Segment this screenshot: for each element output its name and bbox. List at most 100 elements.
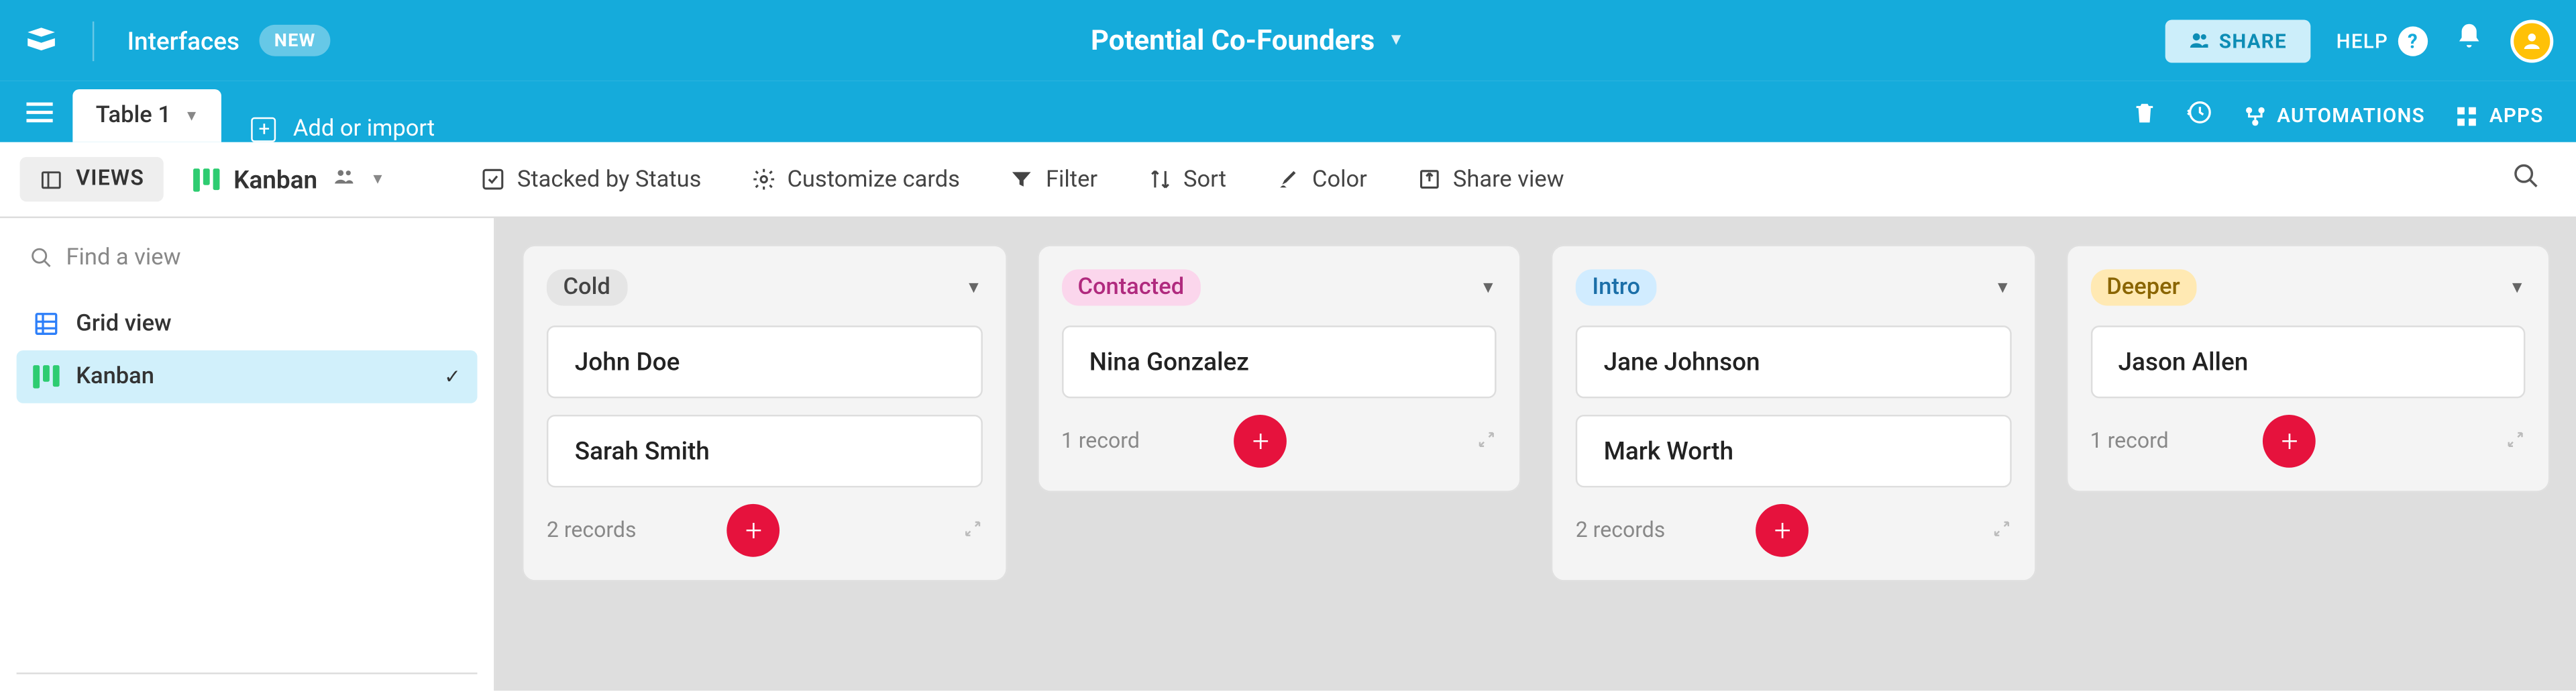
people-icon xyxy=(331,164,357,194)
column-pill[interactable]: Cold xyxy=(547,269,627,305)
add-or-import-button[interactable]: + Add or import xyxy=(222,115,464,142)
record-card[interactable]: Jane Johnson xyxy=(1576,326,2011,398)
table-tab[interactable]: Table 1 ▼ xyxy=(72,89,222,142)
divider xyxy=(17,673,478,674)
view-toolbar: VIEWS Kanban ▼ Stacked by Status Customi… xyxy=(0,142,2576,218)
share-label: SHARE xyxy=(2219,29,2287,52)
add-record-button[interactable]: + xyxy=(727,504,780,557)
menu-icon[interactable] xyxy=(20,81,60,142)
column-pill[interactable]: Deeper xyxy=(2090,269,2197,305)
column-pill[interactable]: Intro xyxy=(1576,269,1657,305)
airtable-logo-icon[interactable] xyxy=(23,22,59,58)
help-icon: ? xyxy=(2398,26,2428,55)
add-import-label: Add or import xyxy=(293,115,435,142)
record-card[interactable]: Mark Worth xyxy=(1576,415,2011,487)
color-button[interactable]: Color xyxy=(1259,166,1383,192)
automations-icon xyxy=(2243,103,2267,128)
kanban-column-contacted: Contacted ▼ Nina Gonzalez 1 record + xyxy=(1036,244,1521,492)
new-badge: NEW xyxy=(260,25,331,56)
record-count: 2 records xyxy=(547,518,637,543)
grid-icon xyxy=(33,311,59,337)
record-card[interactable]: John Doe xyxy=(547,326,982,398)
table-tab-label: Table 1 xyxy=(96,103,171,129)
expand-icon[interactable] xyxy=(1991,518,2011,543)
user-avatar[interactable] xyxy=(2510,19,2553,62)
kanban-icon xyxy=(194,168,220,191)
views-label: VIEWS xyxy=(76,167,144,192)
kanban-column-deeper: Deeper ▼ Jason Allen 1 record + xyxy=(2065,244,2551,492)
interfaces-link[interactable]: Interfaces xyxy=(127,26,239,55)
chevron-down-icon[interactable]: ▼ xyxy=(965,279,981,297)
current-view[interactable]: Kanban ▼ xyxy=(180,164,398,194)
chevron-down-icon[interactable]: ▼ xyxy=(1994,279,2010,297)
view-item-kanban[interactable]: Kanban ✓ xyxy=(17,350,478,403)
filter-button[interactable]: Filter xyxy=(993,166,1114,192)
add-record-button[interactable]: + xyxy=(1234,415,1287,468)
share-view-label: Share view xyxy=(1453,166,1564,192)
chevron-down-icon: ▼ xyxy=(370,170,385,189)
apps-label: APPS xyxy=(2489,104,2544,127)
share-icon xyxy=(1417,167,1442,192)
customize-cards-button[interactable]: Customize cards xyxy=(735,166,977,192)
expand-icon[interactable] xyxy=(1477,429,1497,454)
sort-icon xyxy=(1147,167,1172,192)
column-pill[interactable]: Contacted xyxy=(1061,269,1201,305)
chevron-down-icon[interactable]: ▼ xyxy=(2509,279,2525,297)
record-card[interactable]: Sarah Smith xyxy=(547,415,982,487)
gear-icon xyxy=(751,167,775,192)
sort-label: Sort xyxy=(1183,166,1226,192)
search-icon[interactable] xyxy=(2496,162,2557,197)
views-button[interactable]: VIEWS xyxy=(20,157,164,201)
share-button[interactable]: SHARE xyxy=(2165,19,2310,62)
color-label: Color xyxy=(1312,166,1367,192)
find-view-placeholder: Find a view xyxy=(66,244,180,270)
title-caret-icon[interactable]: ▼ xyxy=(1388,32,1404,50)
view-item-grid[interactable]: Grid view xyxy=(17,297,478,350)
expand-icon[interactable] xyxy=(962,518,982,543)
automations-label: AUTOMATIONS xyxy=(2277,104,2425,127)
apps-icon xyxy=(2455,103,2479,128)
chevron-down-icon: ▼ xyxy=(184,107,199,125)
filter-icon xyxy=(1010,167,1034,192)
plus-box-icon: + xyxy=(252,117,276,142)
apps-button[interactable]: APPS xyxy=(2455,103,2543,128)
topbar: Interfaces NEW Potential Co-Founders ▼ S… xyxy=(0,0,2576,81)
tab-bar: Table 1 ▼ + Add or import AUTOMATIONS AP… xyxy=(0,81,2576,142)
record-card[interactable]: Jason Allen xyxy=(2090,326,2526,398)
history-icon[interactable] xyxy=(2186,99,2212,132)
expand-icon[interactable] xyxy=(2506,429,2526,454)
stacked-by-button[interactable]: Stacked by Status xyxy=(464,166,718,192)
people-icon xyxy=(2188,30,2209,51)
share-view-button[interactable]: Share view xyxy=(1400,166,1580,192)
trash-icon[interactable] xyxy=(2132,100,2157,132)
record-count: 2 records xyxy=(1576,518,1666,543)
notifications-icon[interactable] xyxy=(2455,21,2484,60)
record-count: 1 record xyxy=(2090,429,2169,454)
record-card[interactable]: Nina Gonzalez xyxy=(1061,326,1497,398)
check-icon: ✓ xyxy=(444,365,461,388)
record-count: 1 record xyxy=(1061,429,1140,454)
sort-button[interactable]: Sort xyxy=(1130,166,1242,192)
current-view-label: Kanban xyxy=(233,164,317,194)
checkbox-icon xyxy=(481,167,506,192)
add-record-button[interactable]: + xyxy=(1756,504,1809,557)
view-item-label: Kanban xyxy=(76,364,154,390)
kanban-column-cold: Cold ▼ John Doe Sarah Smith 2 records + xyxy=(522,244,1007,581)
help-label: HELP xyxy=(2337,29,2388,52)
chevron-down-icon[interactable]: ▼ xyxy=(1480,279,1496,297)
help-button[interactable]: HELP ? xyxy=(2337,26,2428,55)
automations-button[interactable]: AUTOMATIONS xyxy=(2243,103,2425,128)
add-record-button[interactable]: + xyxy=(2263,415,2316,468)
views-sidebar: Find a view Grid view Kanban ✓ xyxy=(0,218,496,691)
base-title[interactable]: Potential Co-Founders xyxy=(1091,24,1375,57)
find-view-input[interactable]: Find a view xyxy=(17,235,478,281)
kanban-board: Cold▼John DoeSarah Smith2 records+Contac… xyxy=(496,218,2576,691)
sidebar-icon xyxy=(40,168,62,191)
paint-icon xyxy=(1276,167,1301,192)
search-icon xyxy=(30,246,52,269)
stacked-label: Stacked by Status xyxy=(517,166,702,192)
kanban-icon xyxy=(33,365,59,388)
divider xyxy=(93,21,94,60)
view-item-label: Grid view xyxy=(76,311,171,337)
customize-label: Customize cards xyxy=(787,166,959,192)
